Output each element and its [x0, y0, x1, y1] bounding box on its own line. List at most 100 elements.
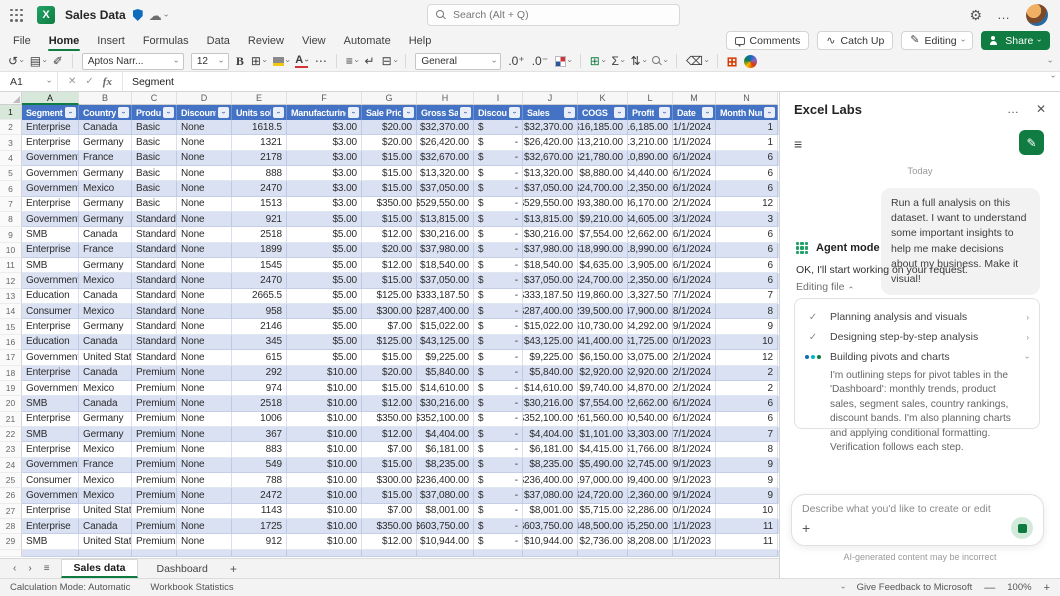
- cell[interactable]: $-: [474, 366, 523, 381]
- table-header-cell[interactable]: Segment›: [22, 105, 79, 120]
- cell[interactable]: $287,400.00: [523, 304, 578, 319]
- cell[interactable]: $12.00: [362, 534, 417, 549]
- cell[interactable]: $12.00: [362, 258, 417, 273]
- cell[interactable]: 12/1/2024: [673, 197, 716, 212]
- cell[interactable]: Premium: [132, 504, 177, 519]
- cell[interactable]: None: [177, 519, 232, 534]
- cell[interactable]: $8,880.00: [578, 166, 628, 181]
- cell[interactable]: $5.00: [287, 273, 362, 288]
- cell[interactable]: 6: [716, 396, 778, 411]
- cell[interactable]: $-: [474, 412, 523, 427]
- wrap-text-button[interactable]: ↵: [365, 55, 375, 67]
- table-header-cell[interactable]: Manufacturing price›: [287, 105, 362, 120]
- cell[interactable]: Basic: [132, 197, 177, 212]
- cell[interactable]: $18,990.00: [578, 243, 628, 258]
- cell[interactable]: 11: [716, 534, 778, 549]
- cell[interactable]: $603,750.00: [523, 519, 578, 534]
- cell[interactable]: $-: [474, 488, 523, 503]
- editing-file-toggle[interactable]: Editing file ›: [796, 281, 852, 293]
- cell[interactable]: $13,327.50: [628, 289, 673, 304]
- cell[interactable]: 345: [232, 335, 287, 350]
- cell[interactable]: Premium: [132, 381, 177, 396]
- cell[interactable]: $10.00: [287, 519, 362, 534]
- cell[interactable]: $4,415.00: [578, 442, 628, 457]
- row-number-16[interactable]: 16: [0, 335, 22, 350]
- decrease-decimal-button[interactable]: .0⁻: [532, 55, 548, 67]
- cell[interactable]: 9: [716, 319, 778, 334]
- formula-content[interactable]: Segment: [123, 76, 174, 88]
- zoom-out-button[interactable]: —: [984, 582, 995, 594]
- row-number-23[interactable]: 23: [0, 442, 22, 457]
- cell[interactable]: Enterprise: [22, 442, 79, 457]
- expand-formula-bar-icon[interactable]: ›: [1049, 75, 1058, 88]
- cell[interactable]: 6: [716, 181, 778, 196]
- cell[interactable]: 2470: [232, 181, 287, 196]
- cell[interactable]: 1: [716, 135, 778, 150]
- cell[interactable]: [79, 550, 132, 557]
- column-letter-B[interactable]: B: [79, 92, 132, 105]
- bold-button[interactable]: B: [236, 55, 244, 67]
- cell[interactable]: SMB: [22, 427, 79, 442]
- cell[interactable]: Consumer: [22, 304, 79, 319]
- cell[interactable]: Enterprise: [22, 120, 79, 135]
- row-number-10[interactable]: 10: [0, 243, 22, 258]
- column-letter-N[interactable]: N: [716, 92, 778, 105]
- cell[interactable]: [523, 550, 578, 557]
- cell[interactable]: $9,210.00: [578, 212, 628, 227]
- more-font-options-button[interactable]: ⋯: [315, 55, 327, 67]
- cell[interactable]: Government: [22, 381, 79, 396]
- cell[interactable]: None: [177, 181, 232, 196]
- filter-button[interactable]: ›: [65, 107, 76, 118]
- stop-generation-button[interactable]: [1011, 517, 1033, 539]
- cell[interactable]: 12: [716, 197, 778, 212]
- menu-tab-data[interactable]: Data: [198, 32, 239, 50]
- cell[interactable]: $24,700.00: [578, 181, 628, 196]
- cell[interactable]: $2,920.00: [628, 366, 673, 381]
- pane-more-options-icon[interactable]: …: [1007, 107, 1020, 112]
- cell[interactable]: $350.00: [362, 412, 417, 427]
- cell[interactable]: Premium: [132, 396, 177, 411]
- cell[interactable]: $13,210.00: [578, 135, 628, 150]
- filter-button[interactable]: ›: [163, 107, 174, 118]
- cell[interactable]: Standard: [132, 212, 177, 227]
- cell[interactable]: Germany: [79, 135, 132, 150]
- row-number-24[interactable]: 24: [0, 458, 22, 473]
- cell[interactable]: $448,500.00: [578, 519, 628, 534]
- cell[interactable]: Enterprise: [22, 519, 79, 534]
- table-header-cell[interactable]: Discounts›: [474, 105, 523, 120]
- cell[interactable]: $12,360.00: [628, 488, 673, 503]
- cell[interactable]: 2146: [232, 319, 287, 334]
- cell[interactable]: 9/1/2024: [673, 488, 716, 503]
- cell[interactable]: 3: [716, 212, 778, 227]
- pane-close-icon[interactable]: ✕: [1036, 102, 1046, 116]
- cell[interactable]: $15,022.00: [523, 319, 578, 334]
- cell[interactable]: 1321: [232, 135, 287, 150]
- cell[interactable]: $43,125.00: [523, 335, 578, 350]
- cell[interactable]: 7/1/2024: [673, 289, 716, 304]
- cell[interactable]: None: [177, 197, 232, 212]
- cell[interactable]: Premium: [132, 412, 177, 427]
- cell[interactable]: Premium: [132, 366, 177, 381]
- cell[interactable]: Government: [22, 181, 79, 196]
- cell[interactable]: $7.00: [362, 442, 417, 457]
- cell[interactable]: $3.00: [287, 166, 362, 181]
- cell[interactable]: Enterprise: [22, 319, 79, 334]
- cell[interactable]: $125.00: [362, 335, 417, 350]
- font-color-button[interactable]: A›: [295, 54, 308, 68]
- cell[interactable]: $14,610.00: [523, 381, 578, 396]
- cell[interactable]: 11: [716, 519, 778, 534]
- cell[interactable]: 8/1/2024: [673, 442, 716, 457]
- cell[interactable]: $1,766.00: [628, 442, 673, 457]
- cell[interactable]: $4,440.00: [628, 166, 673, 181]
- cell[interactable]: $26,420.00: [523, 135, 578, 150]
- cell[interactable]: $-: [474, 427, 523, 442]
- cell[interactable]: Enterprise: [22, 243, 79, 258]
- cell[interactable]: None: [177, 335, 232, 350]
- chat-input-box[interactable]: Describe what you'd like to create or ed…: [791, 494, 1044, 546]
- cell[interactable]: $37,050.00: [417, 273, 474, 288]
- cell[interactable]: $32,370.00: [523, 120, 578, 135]
- zoom-level[interactable]: 100%: [1007, 582, 1031, 593]
- filter-button[interactable]: ›: [764, 107, 775, 118]
- cell[interactable]: $10.00: [287, 488, 362, 503]
- cell[interactable]: $9,225.00: [523, 350, 578, 365]
